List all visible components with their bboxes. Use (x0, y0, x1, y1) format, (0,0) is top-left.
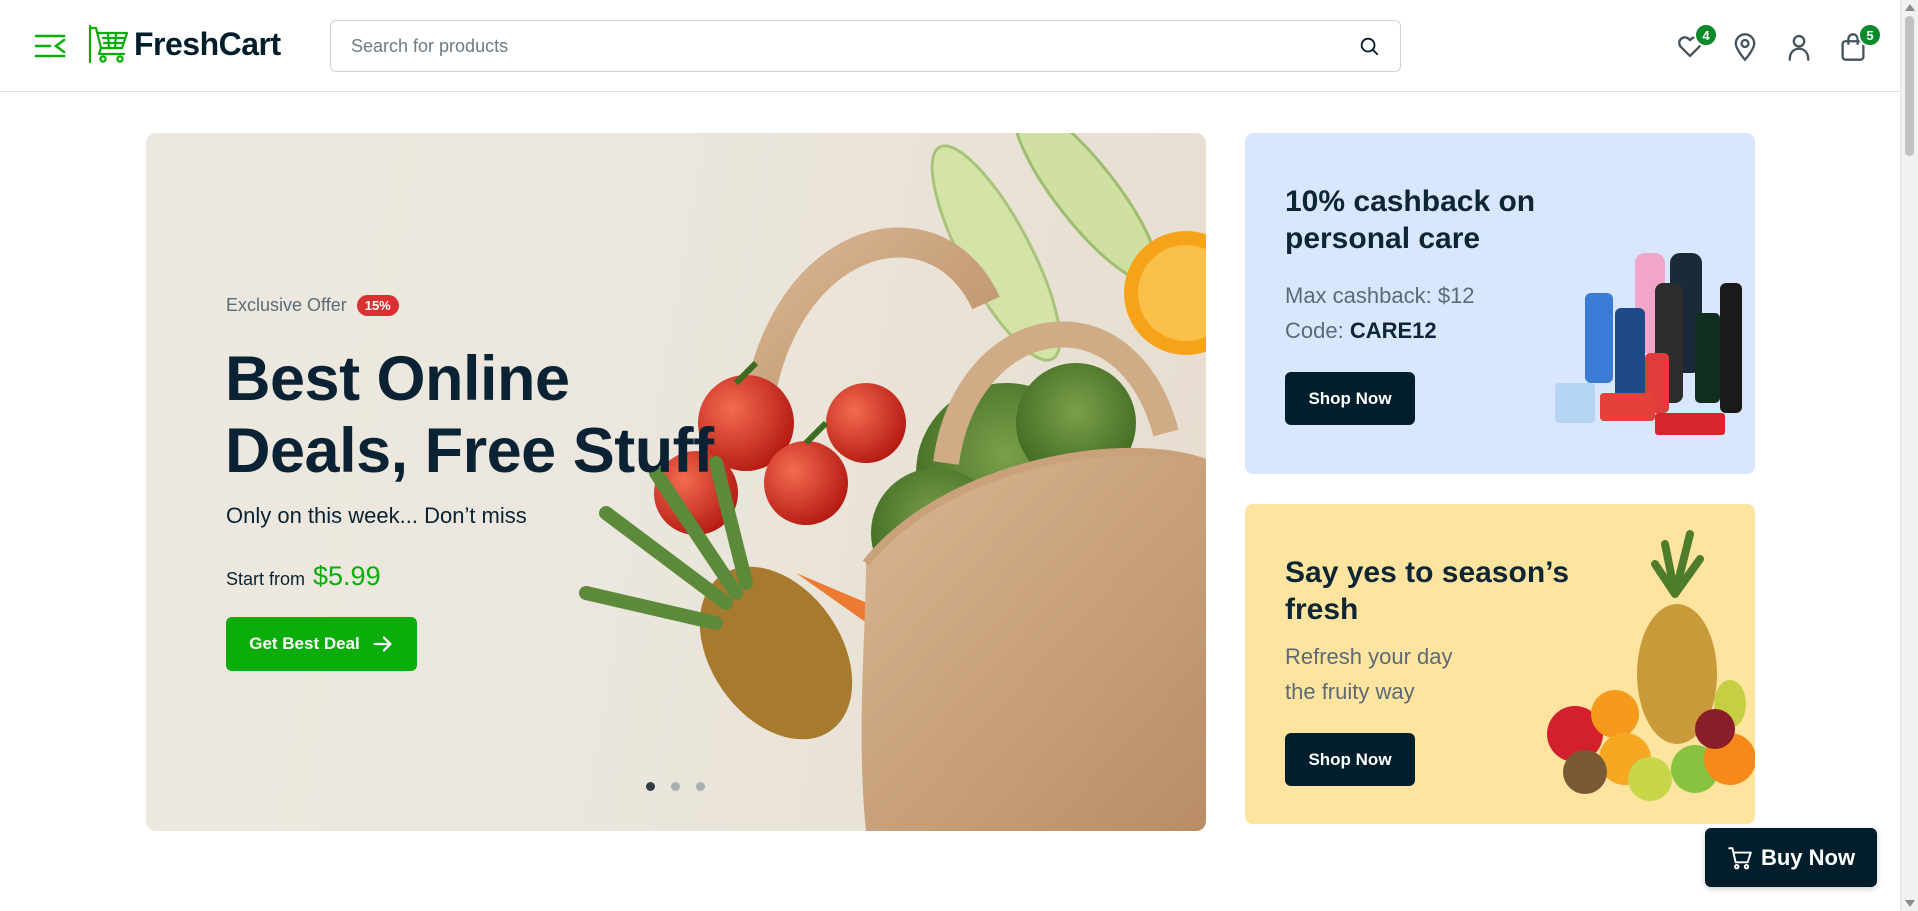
promo-line2: the fruity way (1285, 679, 1415, 704)
menu-icon[interactable] (34, 32, 66, 60)
promo-code-line: Code: CARE12 (1285, 313, 1437, 348)
carousel-dot-3[interactable] (696, 782, 705, 791)
price-label: Start from (226, 569, 306, 589)
promo-code-value: CARE12 (1349, 318, 1437, 343)
fruit-basket-image (1547, 530, 1755, 801)
scroll-thumb[interactable] (1905, 16, 1914, 156)
wishlist-button[interactable]: 4 (1676, 23, 1718, 62)
discount-badge: 15% (356, 295, 399, 316)
search-input[interactable] (331, 21, 1400, 71)
price-value: $5.99 (313, 561, 381, 591)
offer-label: Exclusive Offer (226, 295, 347, 315)
wishlist-count-badge: 4 (1694, 23, 1718, 47)
price-row: Start from $5.99 (226, 561, 381, 592)
shop-now-label: Shop Now (1308, 749, 1392, 769)
hero-subtitle: Only on this week... Don’t miss (226, 503, 527, 528)
get-best-deal-button[interactable]: Get Best Deal (226, 617, 417, 671)
carousel-dot-2[interactable] (671, 782, 680, 791)
promo-personal-care: 10% cashback on personal care Max cashba… (1245, 133, 1755, 474)
brand-name: FreshCart (134, 25, 281, 62)
promo-line1: Refresh your day (1285, 644, 1453, 669)
scroll-down-icon[interactable] (1905, 900, 1915, 907)
get-best-deal-label: Get Best Deal (249, 634, 360, 653)
cart-count-badge: 5 (1858, 23, 1882, 47)
promo-code-label: Code: (1285, 318, 1344, 343)
site-header: FreshCart 4 5 (0, 0, 1900, 92)
shop-now-button-personal-care[interactable]: Shop Now (1285, 372, 1415, 425)
location-icon (1734, 33, 1756, 62)
promo-seasonal-fresh: Say yes to season’s fresh Refresh your d… (1245, 504, 1755, 824)
promo-title: Say yes to season’s fresh (1285, 556, 1570, 626)
offer-label-row: Exclusive Offer 15% (226, 295, 399, 316)
hero-title-line2: Deals, Free Stuff (225, 416, 714, 486)
user-icon (1788, 34, 1810, 61)
carousel-dots (646, 782, 705, 791)
cart-logo-icon (88, 24, 129, 64)
brand-logo[interactable]: FreshCart (88, 24, 281, 64)
cart-icon (1728, 846, 1752, 869)
account-button[interactable] (1785, 32, 1813, 62)
page-scrollbar[interactable] (1900, 0, 1918, 911)
promo-max-cashback: Max cashback: $12 (1285, 283, 1475, 308)
cart-button[interactable]: 5 (1840, 23, 1882, 62)
shop-now-button-seasonal[interactable]: Shop Now (1285, 733, 1415, 786)
buy-now-label: Buy Now (1760, 844, 1856, 870)
hero-banner: Exclusive Offer 15% Best Online Deals, F… (146, 133, 1206, 831)
carousel-dot-1[interactable] (646, 782, 655, 791)
location-button[interactable] (1731, 32, 1759, 62)
search-bar (330, 20, 1401, 72)
buy-now-button[interactable]: Buy Now (1705, 828, 1877, 887)
promo-title: 10% cashback on personal care (1285, 185, 1536, 255)
hero-title: Best Online Deals, Free Stuff (225, 343, 785, 487)
arrow-right-icon (373, 636, 392, 652)
scroll-up-icon[interactable] (1905, 4, 1915, 11)
search-icon[interactable] (1358, 35, 1382, 59)
shop-now-label: Shop Now (1308, 388, 1392, 408)
hero-title-line1: Best Online (225, 344, 570, 414)
